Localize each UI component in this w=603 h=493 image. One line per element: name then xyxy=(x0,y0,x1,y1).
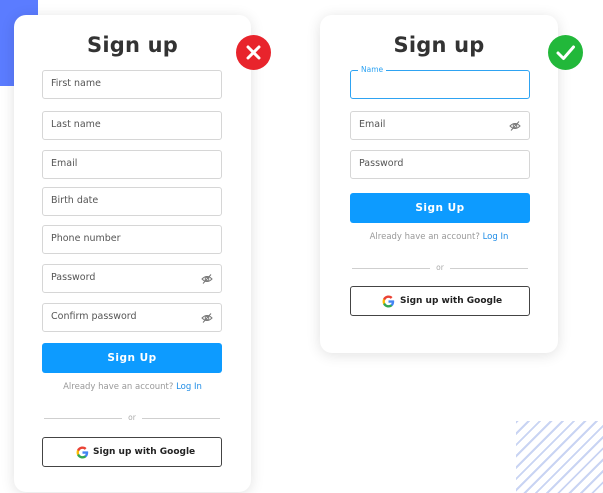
divider-line xyxy=(142,418,220,419)
email-placeholder: Email xyxy=(51,158,78,169)
already-account-text: Already have an account? Log In xyxy=(320,232,558,242)
signup-card-good: Sign up Name Email Password Sign Up Alre… xyxy=(320,15,558,353)
password-placeholder: Password xyxy=(359,158,404,169)
decorative-hatch-pattern xyxy=(516,421,603,493)
check-icon xyxy=(548,35,583,70)
signup-card-bad: Sign up First name Last name Email Birth… xyxy=(14,15,251,492)
birth-date-field[interactable]: Birth date xyxy=(42,187,222,216)
phone-placeholder: Phone number xyxy=(51,233,121,244)
google-icon xyxy=(382,295,395,308)
password-field[interactable]: Password xyxy=(350,150,530,179)
divider-line xyxy=(352,268,430,269)
eye-off-icon[interactable] xyxy=(201,312,213,324)
google-signup-label: Sign up with Google xyxy=(400,296,503,306)
first-name-placeholder: First name xyxy=(51,78,101,89)
email-field[interactable]: Email xyxy=(350,111,530,140)
email-placeholder: Email xyxy=(359,119,386,130)
google-signup-label: Sign up with Google xyxy=(93,447,196,457)
page-title: Sign up xyxy=(393,33,485,57)
signup-button[interactable]: Sign Up xyxy=(42,343,222,373)
login-link[interactable]: Log In xyxy=(483,232,509,242)
divider-line xyxy=(450,268,528,269)
first-name-field[interactable]: First name xyxy=(42,70,222,99)
google-signup-button[interactable]: Sign up with Google xyxy=(42,437,222,467)
divider-line xyxy=(44,418,122,419)
password-field[interactable]: Password xyxy=(42,264,222,293)
confirm-password-field[interactable]: Confirm password xyxy=(42,303,222,332)
eye-off-icon[interactable] xyxy=(509,120,521,132)
name-floating-label: Name xyxy=(358,65,387,74)
phone-field[interactable]: Phone number xyxy=(42,225,222,254)
google-signup-button[interactable]: Sign up with Google xyxy=(350,286,530,316)
last-name-field[interactable]: Last name xyxy=(42,111,222,140)
last-name-placeholder: Last name xyxy=(51,119,101,130)
signup-button[interactable]: Sign Up xyxy=(350,193,530,223)
or-label: or xyxy=(128,413,136,422)
email-field[interactable]: Email xyxy=(42,150,222,179)
already-account-label: Already have an account? xyxy=(63,382,174,392)
or-divider: or xyxy=(44,413,220,423)
password-placeholder: Password xyxy=(51,272,96,283)
login-link[interactable]: Log In xyxy=(176,382,202,392)
google-icon xyxy=(76,446,89,459)
or-label: or xyxy=(436,263,444,272)
confirm-password-placeholder: Confirm password xyxy=(51,311,137,322)
page-title: Sign up xyxy=(87,33,178,57)
eye-off-icon[interactable] xyxy=(201,273,213,285)
name-field[interactable]: Name xyxy=(350,65,530,99)
birth-date-placeholder: Birth date xyxy=(51,195,99,206)
or-divider: or xyxy=(352,263,528,273)
already-account-text: Already have an account? Log In xyxy=(14,382,251,392)
x-icon xyxy=(236,35,271,70)
already-account-label: Already have an account? xyxy=(369,232,480,242)
